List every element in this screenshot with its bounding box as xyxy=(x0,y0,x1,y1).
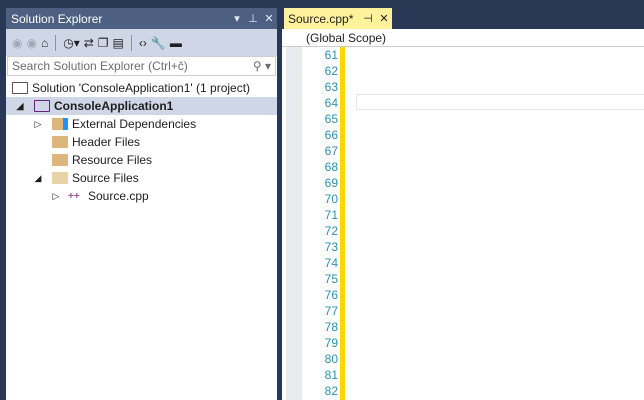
line-number: 81 xyxy=(324,368,338,382)
preview-icon[interactable]: ▬ xyxy=(170,36,182,50)
search-placeholder: Search Solution Explorer (Ctrl+č) xyxy=(12,59,188,73)
expanded-icon[interactable]: ◢ xyxy=(14,101,26,112)
tab-source-cpp[interactable]: Source.cpp* ⊣ ✕ xyxy=(284,8,392,29)
sync-icon[interactable]: ⇄ xyxy=(84,36,94,50)
line-number: 67 xyxy=(324,144,338,158)
collapsed-icon[interactable]: ▷ xyxy=(50,191,62,202)
line-number: 79 xyxy=(324,336,338,350)
line-number: 73 xyxy=(324,240,338,254)
line-number: 66 xyxy=(324,128,338,142)
collapse-all-icon[interactable]: ❐ xyxy=(98,36,109,50)
tree-item-external-dependencies[interactable]: ▷ External Dependencies xyxy=(6,115,277,133)
current-line-highlight xyxy=(356,94,644,110)
solution-tree: Solution 'ConsoleApplication1' (1 projec… xyxy=(6,76,277,205)
pin-icon[interactable]: ⊥ xyxy=(245,12,261,25)
tree-item-resource-files[interactable]: Resource Files xyxy=(6,151,277,169)
tree-label: Resource Files xyxy=(72,153,153,167)
properties-icon[interactable]: 🔧 xyxy=(151,36,166,50)
history-icon[interactable]: ◷▾ xyxy=(63,36,80,50)
line-number: 74 xyxy=(324,256,338,270)
expanded-icon[interactable]: ◢ xyxy=(32,173,44,184)
line-number: 64 xyxy=(324,96,338,110)
collapsed-icon[interactable]: ▷ xyxy=(32,119,44,130)
line-number: 70 xyxy=(324,192,338,206)
folder-icon xyxy=(52,154,68,166)
tree-item-source-files[interactable]: ◢ Source Files xyxy=(6,169,277,187)
panel-title-bar: Solution Explorer ▾ ⊥ ✕ xyxy=(6,8,277,29)
panel-title: Solution Explorer xyxy=(11,11,103,26)
line-number: 62 xyxy=(324,64,338,78)
back-icon[interactable]: ◉ xyxy=(12,36,22,50)
tree-item-header-files[interactable]: Header Files xyxy=(6,133,277,151)
search-input[interactable]: Search Solution Explorer (Ctrl+č) ⚲ ▾ xyxy=(7,56,276,76)
tab-label: Source.cpp* xyxy=(288,11,354,26)
code-editor[interactable]: 61 62 63 64 65 66 67 68 69 70 71 72 73 74 75 76 77 78 79 80… xyxy=(282,47,644,400)
tree-label: Solution 'ConsoleApplication1' (1 projec… xyxy=(32,81,251,95)
pin-icon[interactable]: ⊣ xyxy=(360,12,376,25)
folder-icon xyxy=(52,136,68,148)
search-icon[interactable]: ⚲ ▾ xyxy=(253,59,271,73)
view-code-icon[interactable]: ‹› xyxy=(139,36,147,50)
tree-item-solution[interactable]: Solution 'ConsoleApplication1' (1 projec… xyxy=(6,79,277,97)
line-number: 71 xyxy=(324,208,338,222)
project-icon xyxy=(34,100,50,112)
line-number: 75 xyxy=(324,272,338,286)
external-dependencies-icon xyxy=(52,118,68,130)
tree-label: Source Files xyxy=(72,171,139,185)
scope-label: (Global Scope) xyxy=(306,31,387,45)
tree-label: Source.cpp xyxy=(88,189,149,203)
line-number: 72 xyxy=(324,224,338,238)
close-icon[interactable]: ✕ xyxy=(261,12,277,25)
tree-label: ConsoleApplication1 xyxy=(54,99,174,113)
tree-item-project[interactable]: ◢ ConsoleApplication1 xyxy=(6,97,277,115)
line-number: 77 xyxy=(324,304,338,318)
line-number: 68 xyxy=(324,160,338,174)
line-number: 78 xyxy=(324,320,338,334)
line-number: 63 xyxy=(324,80,338,94)
tree-label: Header Files xyxy=(72,135,141,149)
indicator-margin xyxy=(286,47,302,400)
dropdown-icon[interactable]: ▾ xyxy=(229,12,245,25)
home-icon[interactable]: ⌂ xyxy=(41,36,48,50)
line-number: 80 xyxy=(324,352,338,366)
cpp-file-icon: ++ xyxy=(68,190,80,202)
tree-item-source-cpp[interactable]: ▷ ++ Source.cpp xyxy=(6,187,277,205)
tree-label: External Dependencies xyxy=(72,117,197,131)
line-number: 69 xyxy=(324,176,338,190)
scope-dropdown[interactable]: (Global Scope) xyxy=(282,29,644,47)
line-number: 65 xyxy=(324,112,338,126)
solution-icon xyxy=(12,82,28,94)
toolbar: ◉ ◉ ⌂ ◷▾ ⇄ ❐ ▤ ‹› 🔧 ▬ xyxy=(6,29,277,56)
line-number: 82 xyxy=(324,384,338,398)
change-tracking-bar xyxy=(340,47,345,400)
solution-explorer-panel: Solution Explorer ▾ ⊥ ✕ ◉ ◉ ⌂ ◷▾ ⇄ ❐ ▤ ‹… xyxy=(6,8,277,400)
show-all-files-icon[interactable]: ▤ xyxy=(113,36,124,50)
forward-icon[interactable]: ◉ xyxy=(26,36,36,50)
line-number: 76 xyxy=(324,288,338,302)
line-number: 61 xyxy=(324,48,338,62)
folder-open-icon xyxy=(52,172,68,184)
close-tab-icon[interactable]: ✕ xyxy=(376,12,392,25)
line-numbers: 61 62 63 64 65 66 67 68 69 70 71 72 73 74 75 76 77 78 79 80… xyxy=(302,47,338,399)
